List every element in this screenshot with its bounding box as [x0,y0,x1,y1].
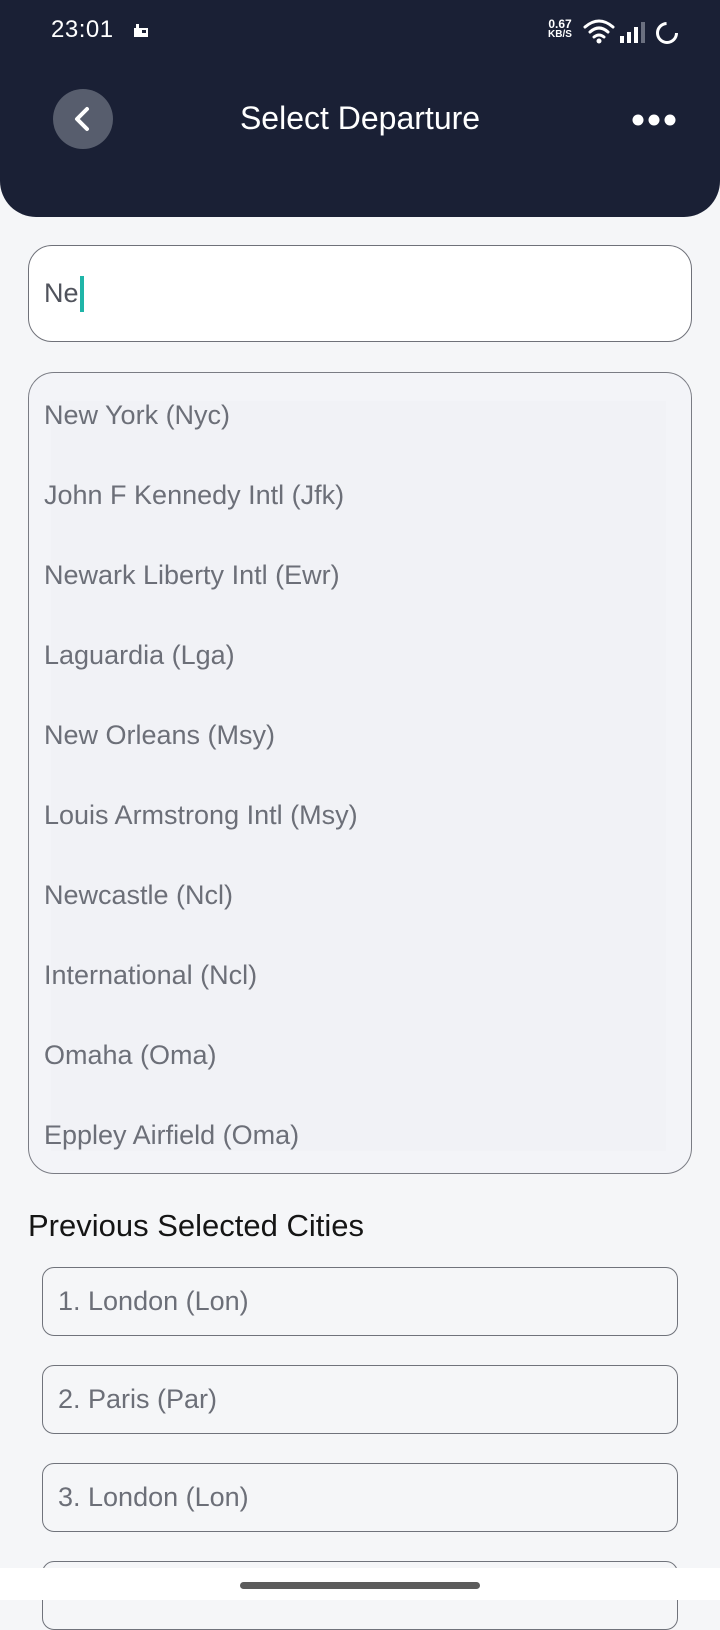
search-field[interactable]: Ne [28,245,692,342]
suggestion-item[interactable]: New York (Nyc) [44,385,664,445]
wifi-icon [583,19,615,44]
suggestion-item[interactable]: New Orleans (Msy) [44,705,664,765]
suggestion-item[interactable]: International (Ncl) [44,945,664,1005]
suggestions-list: New York (Nyc) John F Kennedy Intl (Jfk)… [28,372,692,1174]
suggestion-item[interactable]: Laguardia (Lga) [44,625,664,685]
gesture-handle[interactable] [240,1582,480,1589]
status-bar: 23:01 0.67 KB/S [0,0,720,64]
network-speed-unit: KB/S [548,29,572,40]
back-button[interactable] [53,89,113,149]
suggestion-item[interactable]: Newcastle (Ncl) [44,865,664,925]
network-speed: 0.67 KB/S [543,18,577,40]
suggestion-item[interactable]: Louis Armstrong Intl (Msy) [44,785,664,845]
previous-cities-title: Previous Selected Cities [28,1208,364,1243]
suggestion-item[interactable]: John F Kennedy Intl (Jfk) [44,465,664,525]
text-cursor [79,275,84,312]
suggestion-item[interactable]: Eppley Airfield (Oma) [44,1105,664,1165]
suggestion-item[interactable]: Omaha (Oma) [44,1025,664,1085]
notification-icon [134,24,148,37]
signal-icon [620,22,645,43]
chevron-left-icon [75,107,89,131]
more-horizontal-icon [632,114,676,126]
previous-city-item[interactable]: 1. London (Lon) [42,1267,678,1336]
battery-loading-icon [656,22,678,44]
status-time: 23:01 [51,16,114,43]
previous-city-item[interactable]: 2. Paris (Par) [42,1365,678,1434]
more-options-button[interactable] [626,102,682,138]
previous-city-item[interactable]: 3. London (Lon) [42,1463,678,1532]
search-input[interactable]: Ne [44,278,79,309]
page-title: Select Departure [239,100,481,136]
suggestion-item[interactable]: Newark Liberty Intl (Ewr) [44,545,664,605]
